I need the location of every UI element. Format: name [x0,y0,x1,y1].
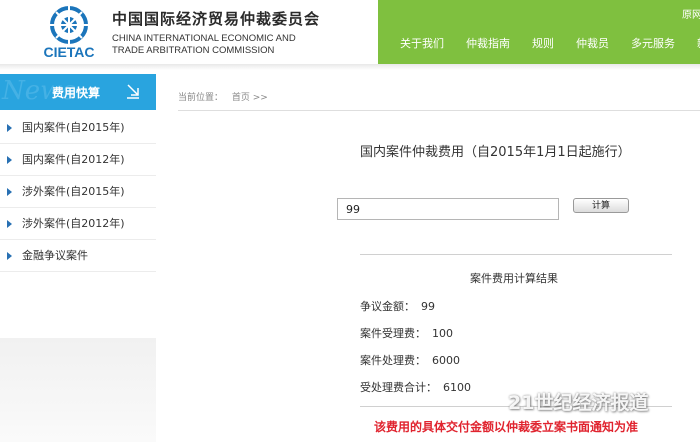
org-name-cn: 中国国际经济贸易仲裁委员会 [112,10,321,28]
triangle-bullet-icon [7,252,12,260]
watermark: 21世纪经济报道 [508,392,649,414]
result-divider-top [360,254,672,255]
result-disputed-amount: 争议金额： 99 [360,298,435,314]
result-label: 案件受理费： [360,327,426,340]
svg-text:CIETAC: CIETAC [43,44,94,60]
globe-logo-icon: CIETAC [43,6,95,60]
nav-services[interactable]: 多元服务 [631,35,675,51]
sidebar-item-label: 金融争议案件 [22,249,88,262]
result-acceptance-fee: 案件受理费： 100 [360,325,453,341]
original-site-link[interactable]: 原网 [682,6,700,21]
org-name: 中国国际经济贸易仲裁委员会 CHINA INTERNATIONAL ECONOM… [112,8,320,57]
triangle-bullet-icon [7,124,12,132]
org-name-en-line2: TRADE ARBITRATION COMMISSION [112,45,275,56]
sidebar-title: 费用快算 [52,86,101,100]
triangle-bullet-icon [7,188,12,196]
calculate-button[interactable]: 计算 [573,198,629,213]
page-title: 国内案件仲裁费用（自2015年1月1日起施行） [360,145,631,160]
nav-about[interactable]: 关于我们 [400,35,444,51]
nav-guide[interactable]: 仲裁指南 [466,35,510,51]
sidebar-item-label: 涉外案件(自2015年) [22,185,125,198]
result-label: 案件处理费： [360,354,426,367]
sidebar-item-foreign-2012[interactable]: 涉外案件(自2012年) [0,208,156,240]
result-handling-fee: 案件处理费： 6000 [360,352,460,368]
result-title: 案件费用计算结果 [470,272,558,285]
result-label: 争议金额： [360,300,415,313]
result-total-fee: 受处理费合计： 6100 [360,379,471,395]
result-value: 99 [421,300,435,313]
sidebar-item-label: 涉外案件(自2012年) [22,217,125,230]
nav-rules[interactable]: 规则 [532,35,554,51]
top-nav: 原网 关于我们 仲裁指南 规则 仲裁员 多元服务 新闻 [378,0,700,64]
nav-items: 关于我们 仲裁指南 规则 仲裁员 多元服务 新闻 [400,35,700,51]
breadcrumb-label: 当前位置： [178,93,224,103]
header: CIETAC 中国国际经济贸易仲裁委员会 CHINA INTERNATIONAL… [0,0,700,64]
amount-input[interactable] [337,198,559,220]
sidebar-header: News 费用快算 [0,74,156,110]
triangle-bullet-icon [7,156,12,164]
sidebar-item-domestic-2015[interactable]: 国内案件(自2015年) [0,112,156,144]
sidebar-item-domestic-2012[interactable]: 国内案件(自2012年) [0,144,156,176]
sidebar-list: 国内案件(自2015年) 国内案件(自2012年) 涉外案件(自2015年) 涉… [0,112,156,272]
org-name-en-line1: CHINA INTERNATIONAL ECONOMIC AND [112,33,296,44]
sidebar: News 费用快算 国内案件(自2015年) 国内案件(自2012年) 涉外案件… [0,70,156,442]
sidebar-shade [0,338,156,442]
breadcrumb: 当前位置： 首页 >> [178,90,274,103]
result-value: 6100 [443,381,471,394]
breadcrumb-divider [178,110,700,111]
cietac-logo[interactable]: CIETAC [34,3,104,61]
sidebar-item-financial[interactable]: 金融争议案件 [0,240,156,272]
result-label: 受处理费合计： [360,381,437,394]
triangle-bullet-icon [7,220,12,228]
result-value: 100 [432,327,453,340]
fee-notice: 该费用的具体交付金额以仲裁委立案书面通知为准 [374,420,639,434]
sidebar-item-label: 国内案件(自2015年) [22,121,125,134]
arrow-down-right-icon [127,84,139,99]
result-value: 6000 [432,354,460,367]
sidebar-item-label: 国内案件(自2012年) [22,153,125,166]
nav-arbitrators[interactable]: 仲裁员 [576,35,609,51]
breadcrumb-home-link[interactable]: 首页 >> [232,93,268,103]
sidebar-item-foreign-2015[interactable]: 涉外案件(自2015年) [0,176,156,208]
